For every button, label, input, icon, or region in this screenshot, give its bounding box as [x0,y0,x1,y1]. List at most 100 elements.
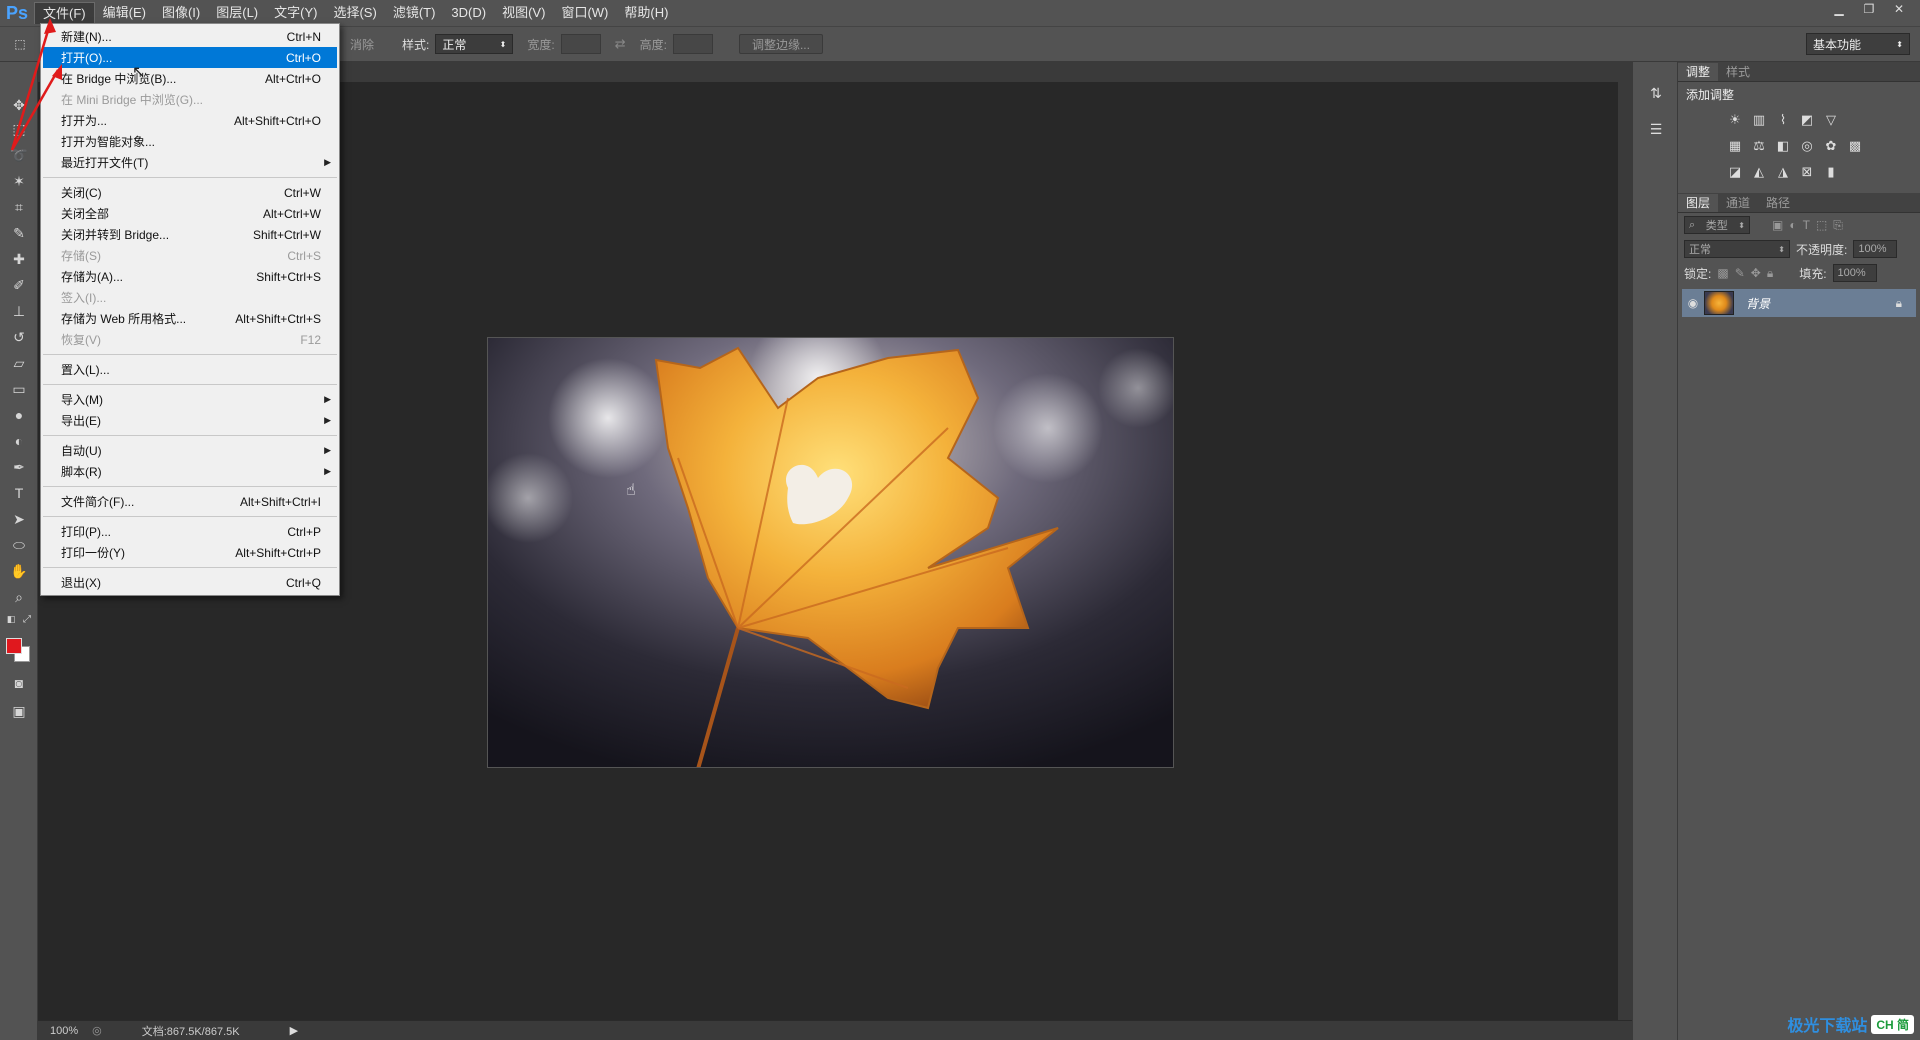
close-icon[interactable]: ✕ [1886,0,1912,18]
pen-tool-icon[interactable]: ✒ [8,456,30,478]
menu-window[interactable]: 窗口(W) [553,2,616,24]
lock-all-icon[interactable]: 🔒︎ [1767,266,1773,281]
file-menu-item[interactable]: 关闭(C) Ctrl+W [41,182,339,203]
eyedropper-icon[interactable]: ✎ [8,222,30,244]
eye-icon[interactable]: ◉ [1682,296,1704,310]
lock-position-icon[interactable]: ✥ [1751,266,1761,280]
crop-tool-icon[interactable]: ⌗ [8,196,30,218]
curves-icon[interactable]: ⌇ [1774,111,1792,129]
layer-background[interactable]: ◉ 背景 🔒︎ [1682,289,1916,317]
default-colors-icon[interactable]: ◧ [4,612,18,626]
marquee-tool-icon[interactable]: ⬚ [8,118,30,140]
threshold-icon[interactable]: ◮ [1774,163,1792,181]
posterize-icon[interactable]: ◭ [1750,163,1768,181]
menu-type[interactable]: 文字(Y) [266,2,325,24]
file-menu-item[interactable]: 打开为... Alt+Shift+Ctrl+O [41,110,339,131]
minimize-icon[interactable]: ▁ [1826,0,1852,18]
filter-adjust-icon[interactable]: ◐ [1789,218,1796,232]
path-select-icon[interactable]: ➤ [8,508,30,530]
status-arrow-icon[interactable]: ▶ [290,1024,298,1037]
ellipse-tool-icon[interactable]: ⬭ [8,534,30,556]
file-menu-item[interactable]: 打印(P)... Ctrl+P [41,521,339,542]
foreground-color-swatch[interactable] [6,638,22,654]
filter-type-icon[interactable]: T [1803,218,1810,232]
file-menu-item[interactable]: 脚本(R) ▶ [41,461,339,482]
vertical-scrollbar[interactable] [1618,82,1632,1020]
menu-select[interactable]: 选择(S) [325,2,384,24]
blend-mode-select[interactable]: 正常 ⬍ [1684,240,1790,258]
lock-transparent-icon[interactable]: ▩ [1717,266,1728,280]
file-menu-item[interactable]: 打开(O)... Ctrl+O [43,47,337,68]
opacity-input[interactable]: 100% [1853,240,1898,258]
lock-paint-icon[interactable]: ✎ [1735,266,1745,280]
file-menu-item[interactable]: 关闭并转到 Bridge... Shift+Ctrl+W [41,224,339,245]
filter-smart-icon[interactable]: ⎘ [1833,218,1843,233]
swap-icon[interactable]: ⇄ [615,36,626,52]
brush-tool-icon[interactable]: ✐ [8,274,30,296]
menu-help[interactable]: 帮助(H) [616,2,676,24]
fill-input[interactable]: 100% [1832,264,1877,282]
eraser-tool-icon[interactable]: ▱ [8,352,30,374]
channel-mixer-icon[interactable]: ✿ [1822,137,1840,155]
file-menu-item[interactable]: 文件简介(F)... Alt+Shift+Ctrl+I [41,491,339,512]
move-tool-icon[interactable]: ✥ [8,94,30,116]
color-balance-icon[interactable]: ⚖ [1750,137,1768,155]
history-panel-icon[interactable]: ⇅ [1645,82,1667,104]
quick-mask-icon[interactable]: ◙ [8,672,30,694]
tab-paths[interactable]: 路径 [1758,194,1798,212]
style-select[interactable]: 正常 ⬍ [435,34,514,54]
menu-view[interactable]: 视图(V) [494,2,553,24]
invert-icon[interactable]: ◪ [1726,163,1744,181]
lasso-tool-icon[interactable]: ➰ [8,144,30,166]
document-image[interactable] [487,337,1174,768]
menu-3d[interactable]: 3D(D) [443,2,494,24]
photo-filter-icon[interactable]: ◎ [1798,137,1816,155]
status-menu-icon[interactable]: ◎ [92,1024,102,1037]
workspace-select[interactable]: 基本功能 ⬍ [1806,33,1910,55]
file-menu-item[interactable]: 置入(L)... [41,359,339,380]
file-menu-item[interactable]: 最近打开文件(T) ▶ [41,152,339,173]
width-input[interactable] [560,34,601,54]
menu-file[interactable]: 文件(F) [34,2,95,24]
zoom-level[interactable]: 100% [50,1025,78,1037]
menu-filter[interactable]: 滤镜(T) [385,2,444,24]
file-menu-item[interactable]: 导出(E) ▶ [41,410,339,431]
file-menu-item[interactable]: 存储为(A)... Shift+Ctrl+S [41,266,339,287]
filter-shape-icon[interactable]: ⬚ [1816,218,1827,232]
blur-tool-icon[interactable]: ● [8,404,30,426]
tab-channels[interactable]: 通道 [1718,194,1758,212]
menu-image[interactable]: 图像(I) [154,2,208,24]
hand-tool-icon[interactable]: ✋ [8,560,30,582]
file-menu-item[interactable]: 自动(U) ▶ [41,440,339,461]
file-menu-item[interactable]: 退出(X) Ctrl+Q [41,572,339,593]
vibrance-icon[interactable]: ▽ [1822,111,1840,129]
tab-adjustments[interactable]: 调整 [1678,63,1719,81]
file-menu-item[interactable]: 在 Bridge 中浏览(B)... Alt+Ctrl+O [41,68,339,89]
restore-icon[interactable]: ❐ [1856,0,1882,18]
selective-color-icon[interactable]: ⊠ [1798,163,1816,181]
type-tool-icon[interactable]: T [8,482,30,504]
dodge-tool-icon[interactable]: ◐ [8,430,30,452]
swap-colors-icon[interactable]: ⤢ [20,612,34,626]
file-menu-item[interactable]: 打印一份(Y) Alt+Shift+Ctrl+P [41,542,339,563]
tab-styles[interactable]: 样式 [1718,63,1758,81]
filter-pixel-icon[interactable]: ▣ [1772,218,1783,232]
gradient-tool-icon[interactable]: ▭ [8,378,30,400]
refine-edge-button[interactable]: 调整边缘... [738,34,823,54]
file-menu-item[interactable]: 导入(M) ▶ [41,389,339,410]
file-menu-item[interactable]: 新建(N)... Ctrl+N [41,26,339,47]
brightness-icon[interactable]: ☀ [1726,111,1744,129]
stamp-tool-icon[interactable]: ⊥ [8,300,30,322]
file-menu-item[interactable]: 打开为智能对象... [41,131,339,152]
menu-layer[interactable]: 图层(L) [208,2,266,24]
tab-layers[interactable]: 图层 [1678,194,1719,212]
hue-saturation-icon[interactable]: ▦ [1726,137,1744,155]
height-input[interactable] [672,34,713,54]
levels-icon[interactable]: ▥ [1750,111,1768,129]
properties-panel-icon[interactable]: ☰ [1645,118,1667,140]
gradient-map-icon[interactable]: ▮ [1822,163,1840,181]
history-brush-icon[interactable]: ↺ [8,326,30,348]
exposure-icon[interactable]: ◩ [1798,111,1816,129]
file-menu-item[interactable]: 存储为 Web 所用格式... Alt+Shift+Ctrl+S [41,308,339,329]
magic-wand-icon[interactable]: ✶ [8,170,30,192]
